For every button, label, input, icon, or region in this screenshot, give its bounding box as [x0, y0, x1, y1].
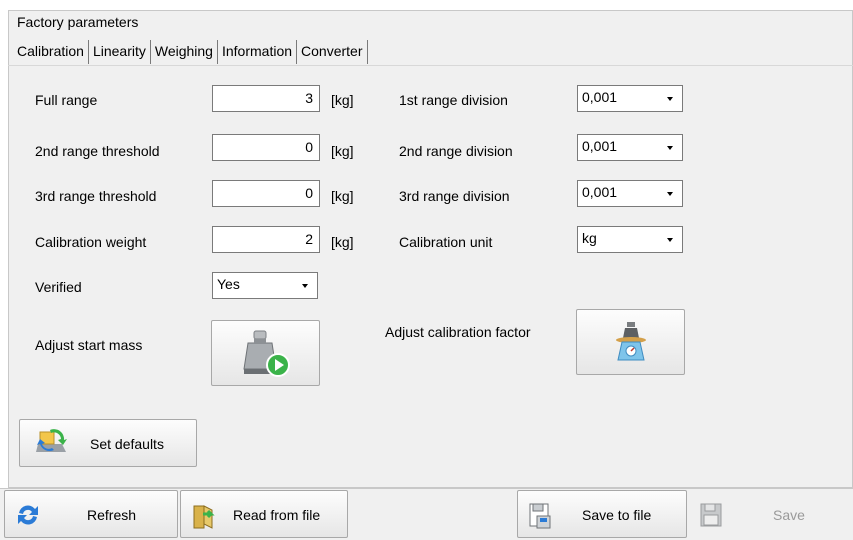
chevron-down-icon — [667, 192, 673, 196]
range2-division-value: 0,001 — [582, 138, 618, 154]
range2-division-label: 2nd range division — [399, 143, 513, 159]
defaults-icon — [36, 429, 67, 452]
calibration-weight-label: Calibration weight — [35, 234, 147, 250]
tab-converter[interactable]: Converter — [297, 40, 368, 64]
range2-threshold-unit: [kg] — [331, 143, 354, 159]
range2-threshold-input[interactable]: 0 — [212, 134, 320, 161]
calibration-unit-select[interactable]: kg — [577, 226, 683, 253]
range3-threshold-input[interactable]: 0 — [212, 180, 320, 207]
refresh-button[interactable]: Refresh — [4, 490, 178, 538]
tab-divider — [8, 65, 853, 66]
tab-information[interactable]: Information — [218, 40, 298, 64]
full-range-unit: [kg] — [331, 92, 354, 108]
adjust-start-mass-button[interactable] — [211, 320, 320, 386]
range3-threshold-unit: [kg] — [331, 188, 354, 204]
floppy-icon — [700, 503, 722, 527]
refresh-icon — [18, 505, 38, 525]
adjust-calibration-factor-button[interactable] — [576, 309, 685, 375]
refresh-label: Refresh — [87, 507, 137, 523]
verified-select[interactable]: Yes — [212, 272, 318, 299]
range3-division-value: 0,001 — [582, 184, 618, 200]
verified-label: Verified — [35, 279, 82, 295]
tab-linearity[interactable]: Linearity — [89, 40, 151, 64]
tab-weighing[interactable]: Weighing — [151, 40, 218, 64]
adjust-calibration-factor-label: Adjust calibration factor — [385, 324, 531, 340]
range3-threshold-label: 3rd range threshold — [35, 188, 157, 204]
range3-division-select[interactable]: 0,001 — [577, 180, 683, 207]
range2-threshold-label: 2nd range threshold — [35, 143, 160, 159]
range3-division-label: 3rd range division — [399, 188, 510, 204]
save-to-file-button[interactable]: Save to file — [517, 490, 687, 538]
range1-division-value: 0,001 — [582, 89, 618, 105]
calibration-weight-input[interactable]: 2 — [212, 226, 320, 253]
save-button[interactable]: Save — [688, 490, 848, 538]
tab-calibration[interactable]: Calibration — [16, 40, 89, 64]
panel-title: Factory parameters — [17, 14, 139, 30]
chevron-down-icon — [667, 97, 673, 101]
weight-play-icon — [242, 330, 290, 377]
set-defaults-button[interactable]: Set defaults — [19, 419, 197, 467]
range1-division-select[interactable]: 0,001 — [577, 85, 683, 112]
save-to-file-icon — [529, 503, 551, 529]
read-from-file-label: Read from file — [233, 507, 321, 523]
range2-division-select[interactable]: 0,001 — [577, 134, 683, 161]
chevron-down-icon — [667, 146, 673, 150]
full-range-input[interactable]: 3 — [212, 85, 320, 112]
calibration-weight-unit: [kg] — [331, 234, 354, 250]
scale-icon — [615, 322, 646, 361]
calibration-unit-label: Calibration unit — [399, 234, 493, 250]
open-file-icon — [193, 505, 215, 529]
tab-bar: Calibration Linearity Weighing Informati… — [16, 40, 368, 65]
calibration-unit-value: kg — [582, 230, 597, 246]
chevron-down-icon — [667, 238, 673, 242]
adjust-start-mass-label: Adjust start mass — [35, 337, 143, 353]
save-to-file-label: Save to file — [582, 507, 652, 523]
chevron-down-icon — [302, 284, 308, 288]
save-label: Save — [773, 507, 805, 523]
read-from-file-button[interactable]: Read from file — [180, 490, 348, 538]
full-range-label: Full range — [35, 92, 98, 108]
set-defaults-label: Set defaults — [90, 436, 164, 452]
range1-division-label: 1st range division — [399, 92, 508, 108]
verified-select-value: Yes — [217, 276, 240, 292]
